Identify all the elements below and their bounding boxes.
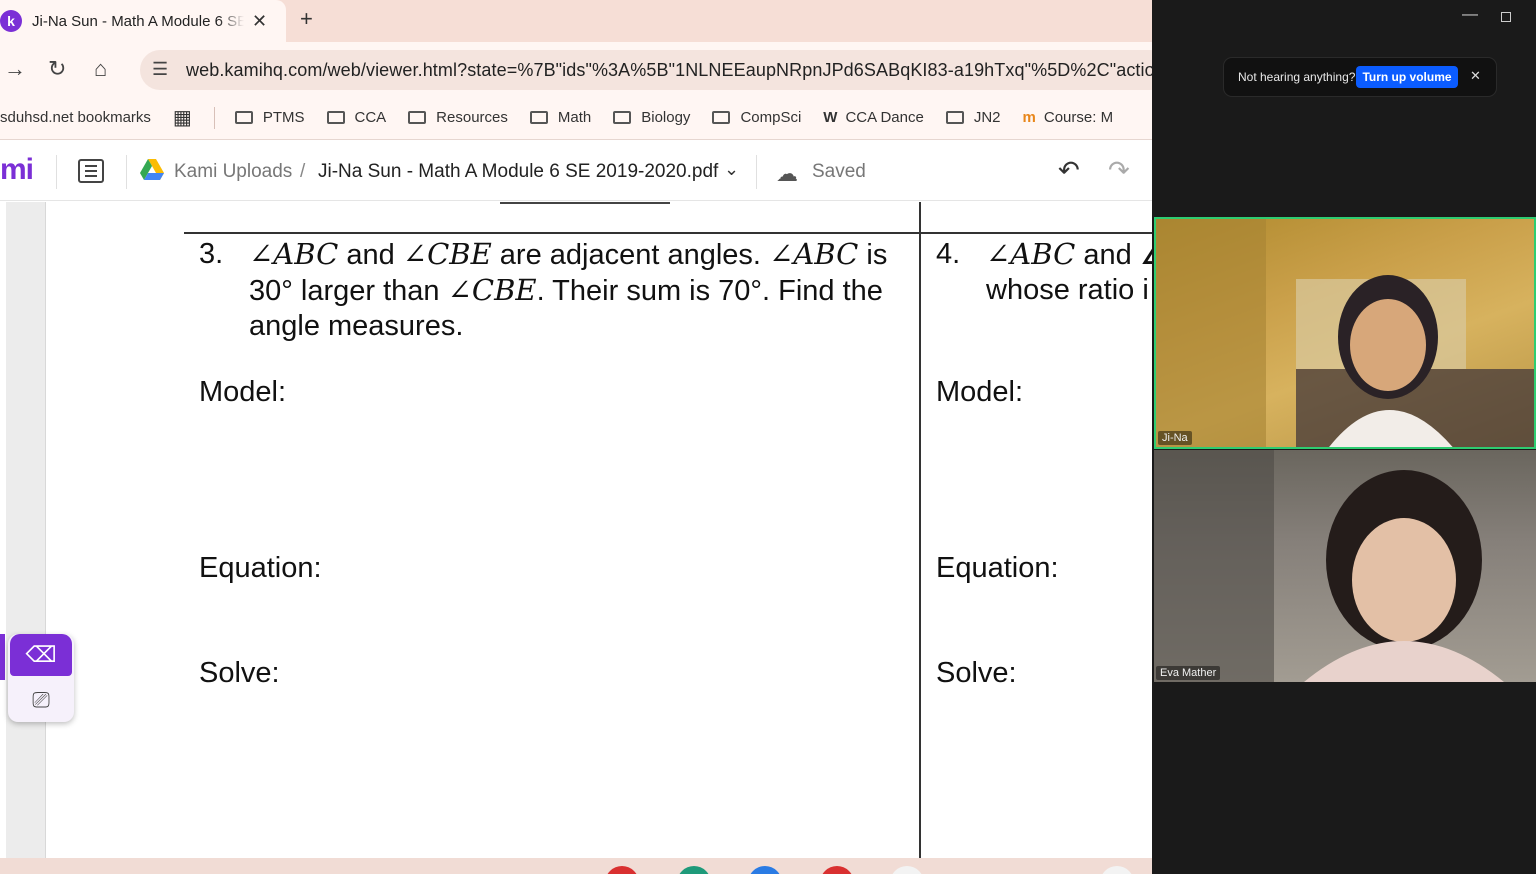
taskbar-app-icon[interactable]	[677, 866, 711, 874]
taskbar-app-icon[interactable]	[820, 866, 854, 874]
bookmark-item[interactable]: m Course: M	[1023, 109, 1114, 126]
bookmark-folder[interactable]: Biology	[613, 109, 690, 126]
screen: k Ji-Na Sun - Math A Module 6 SE ✕ + → ↻…	[0, 0, 1536, 874]
tab-title: Ji-Na Sun - Math A Module 6 SE	[32, 12, 244, 30]
browser-window: k Ji-Na Sun - Math A Module 6 SE ✕ + → ↻…	[0, 0, 1152, 874]
site-settings-icon[interactable]: ☰	[152, 59, 168, 80]
equation-label: Equation:	[199, 552, 322, 584]
kami-favicon-icon: k	[0, 10, 22, 32]
taskbar	[0, 858, 1152, 874]
folder-icon	[408, 111, 427, 124]
audio-notice: Not hearing anything? Turn up volume ✕	[1224, 58, 1496, 96]
maximize-icon[interactable]	[1501, 12, 1511, 22]
breadcrumb-separator: /	[300, 161, 306, 182]
turn-up-volume-button[interactable]: Turn up volume	[1356, 66, 1458, 88]
bookmark-folder[interactable]: Math	[529, 109, 591, 126]
folder-icon	[712, 111, 731, 124]
floating-toolbar: ⌫ ⎚	[8, 634, 74, 722]
bookmark-folder[interactable]: Resources	[408, 109, 508, 126]
home-icon[interactable]: ⌂	[94, 56, 107, 82]
minimize-icon[interactable]: —	[1462, 6, 1478, 24]
column-divider	[919, 202, 921, 858]
kami-toolbar: mi Kami Uploads / Ji-Na Sun - Math A Mod…	[0, 141, 1152, 201]
participant-name: Eva Mather	[1156, 666, 1221, 680]
question-4-line: ∠ABC and ∠	[986, 237, 1152, 271]
file-name[interactable]: Ji-Na Sun - Math A Module 6 SE 2019-2020…	[318, 161, 718, 183]
bookmark-item[interactable]: sduhsd.net bookmarks	[0, 109, 151, 126]
breadcrumb-root[interactable]: Kami Uploads	[174, 161, 292, 183]
tool-indicator	[0, 634, 5, 680]
chevron-down-icon[interactable]: ⌄	[724, 159, 739, 180]
taskbar-app-icon[interactable]	[748, 866, 782, 874]
clear-page-icon[interactable]: ⎚	[10, 680, 72, 720]
taskbar-app-icon[interactable]	[605, 866, 639, 874]
reload-icon[interactable]: ↻	[48, 56, 66, 82]
folder-icon	[945, 111, 964, 124]
participant-video-icon	[1156, 219, 1534, 447]
wix-icon: W	[823, 109, 838, 126]
zoom-video-panel: — Not hearing anything? Turn up volume ✕…	[1152, 0, 1536, 874]
kami-logo[interactable]: mi	[0, 153, 34, 187]
question-4-line: whose ratio i	[986, 274, 1149, 306]
apps-grid-icon[interactable]: ▦	[173, 105, 192, 130]
browser-tab[interactable]: k Ji-Na Sun - Math A Module 6 SE ✕	[0, 0, 286, 42]
google-drive-icon	[140, 159, 164, 180]
model-label: Model:	[199, 376, 287, 408]
bookmark-folder[interactable]: CompSci	[712, 109, 801, 126]
equation-label: Equation:	[936, 552, 1059, 584]
participant-video-tile[interactable]: Eva Mather	[1154, 450, 1536, 682]
toolbar-divider	[756, 155, 757, 189]
question-3-line: ∠ABC and ∠CBE are adjacent angles. ∠ABC …	[249, 237, 888, 271]
question-4-number: 4.	[936, 238, 961, 270]
underline-rule	[500, 202, 670, 204]
address-bar[interactable]: ☰ web.kamihq.com/web/viewer.html?state=%…	[140, 50, 1152, 90]
save-status: Saved	[812, 161, 866, 182]
cloud-check-icon: ☁	[776, 161, 798, 186]
question-4-text: ∠ABC and ∠ whose ratio i	[986, 237, 1152, 308]
redo-icon[interactable]: ↷	[1108, 155, 1130, 186]
url-text: web.kamihq.com/web/viewer.html?state=%7B…	[186, 60, 1152, 80]
bookmarks-divider	[213, 106, 215, 129]
table-rule	[184, 232, 1152, 234]
solve-label: Solve:	[936, 657, 1017, 689]
participant-name: Ji-Na	[1158, 431, 1192, 445]
eraser-tool-icon[interactable]: ⌫	[10, 634, 72, 676]
model-label: Model:	[936, 376, 1024, 408]
folder-icon	[613, 111, 632, 124]
question-3-text: ∠ABC and ∠CBE are adjacent angles. ∠ABC …	[249, 237, 919, 344]
tab-strip: k Ji-Na Sun - Math A Module 6 SE ✕ +	[0, 0, 1152, 42]
browser-toolbar: → ↻ ⌂ ☰ web.kamihq.com/web/viewer.html?s…	[0, 42, 1152, 96]
bookmarks-bar: sduhsd.net bookmarks ▦ PTMS CCA Resource…	[0, 96, 1152, 140]
folder-icon	[326, 111, 345, 124]
question-3-line: 30° larger than ∠CBE. Their sum is 70°. …	[249, 273, 883, 307]
question-3-number: 3.	[199, 238, 224, 270]
toolbar-divider	[126, 155, 127, 189]
page-gutter	[6, 202, 46, 858]
bookmark-folder[interactable]: JN2	[945, 109, 1001, 126]
close-tab-icon[interactable]: ✕	[252, 11, 267, 32]
participant-video-tile[interactable]: Ji-Na	[1154, 217, 1536, 449]
question-3-line: angle measures.	[249, 310, 464, 342]
participant-video-icon	[1154, 450, 1504, 682]
folder-icon	[529, 111, 548, 124]
bookmark-folder[interactable]: PTMS	[234, 109, 305, 126]
forward-icon[interactable]: →	[4, 56, 26, 82]
close-icon[interactable]: ✕	[1470, 68, 1481, 84]
bookmark-folder[interactable]: CCA	[326, 109, 386, 126]
taskbar-app-icon[interactable]	[890, 866, 924, 874]
pdf-page[interactable]: 3. ∠ABC and ∠CBE are adjacent angles. ∠A…	[46, 202, 1152, 858]
folder-icon	[234, 111, 253, 124]
document-viewer[interactable]: 3. ∠ABC and ∠CBE are adjacent angles. ∠A…	[0, 202, 1152, 858]
toolbar-divider	[56, 155, 57, 189]
outline-list-icon[interactable]	[78, 159, 104, 183]
bookmark-item[interactable]: W CCA Dance	[823, 109, 924, 126]
taskbar-app-icon[interactable]	[1100, 866, 1134, 874]
undo-icon[interactable]: ↶	[1058, 155, 1080, 186]
new-tab-button[interactable]: +	[300, 6, 313, 32]
moodle-icon: m	[1022, 109, 1036, 126]
audio-notice-text: Not hearing anything?	[1238, 70, 1356, 84]
solve-label: Solve:	[199, 657, 280, 689]
